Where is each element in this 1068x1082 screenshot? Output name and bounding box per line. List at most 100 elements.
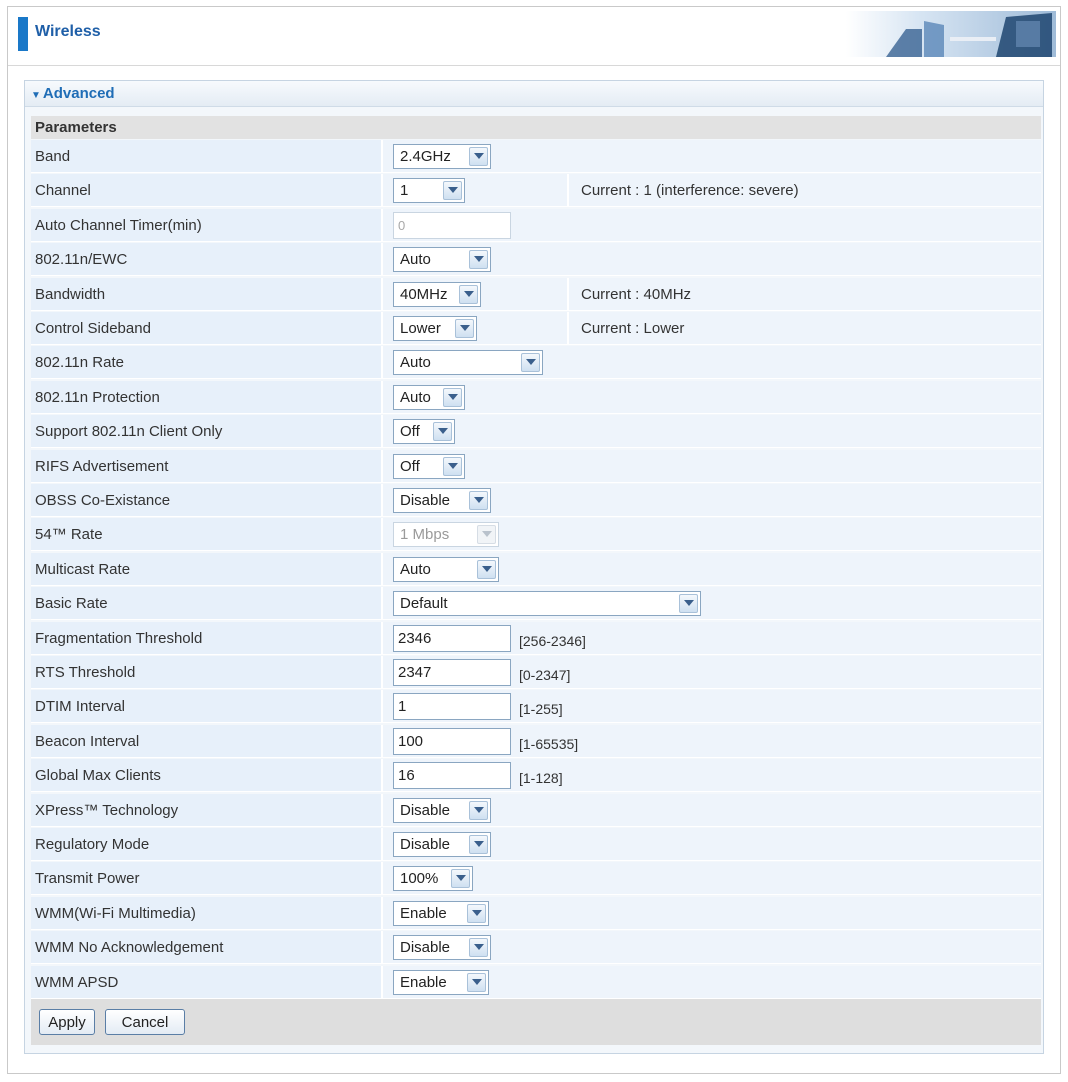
field-label: 802.11n/EWC [31,243,383,276]
field-control-cell: 1 Current : 1 (interference: severe) [383,174,1041,207]
row-transmit-power: Transmit Power 100% [31,862,1041,896]
advanced-section-toggle[interactable]: ▼ Advanced [25,81,1043,107]
cell-divider [567,312,569,344]
row-802-11n-protection: 802.11n Protection Auto [31,380,1041,414]
field-label: WMM APSD [31,965,383,998]
row-xpress-technology: XPress™ Technology Disable [31,793,1041,827]
row-fragmentation-threshold: Fragmentation Threshold 2346 [256-2346] [31,621,1041,655]
select-value: 40MHz [400,285,448,303]
field-control-cell: Default [383,587,1041,620]
header-banner-image [846,11,1056,57]
select-value: Off [400,423,420,441]
field-control-cell: Auto [383,380,1041,413]
current-status: Current : 40MHz [581,285,692,303]
row-54-rate: 54™ Rate 1 Mbps [31,518,1041,552]
802-11n-protection-select[interactable]: Auto [393,384,465,410]
field-label: Auto Channel Timer(min) [31,208,383,241]
chevron-down-icon [443,387,462,407]
valid-range-hint: [256-2346] [519,632,586,649]
row-802-11n-rate: 802.11n Rate Auto [31,346,1041,380]
cancel-button[interactable]: Cancel [105,1009,185,1035]
field-label: WMM(Wi-Fi Multimedia) [31,896,383,929]
row-bandwidth: Bandwidth 40MHz Current : 40MHz [31,277,1041,311]
section-title: Advanced [42,85,115,102]
dtim-interval-input[interactable]: 1 [393,693,511,721]
field-control-cell: Enable [383,896,1041,929]
row-802-11n-ewc: 802.11n/EWC Auto [31,243,1041,277]
field-label: XPress™ Technology [31,793,383,826]
field-control-cell: Off [383,449,1041,482]
fragmentation-threshold-input[interactable]: 2346 [393,624,511,652]
chevron-down-icon [469,491,488,510]
cell-divider [567,174,569,207]
field-label: Fragmentation Threshold [31,621,383,654]
multicast-rate-select[interactable]: Auto [393,556,499,582]
field-label: WMM No Acknowledgement [31,931,383,964]
select-value: 2.4GHz [400,148,451,165]
bandwidth-select[interactable]: 40MHz [393,281,481,307]
control-sideband-select[interactable]: Lower [393,316,477,341]
triangle-down-icon: ▼ [31,90,41,101]
xpress-technology-select[interactable]: Disable [393,797,491,823]
wmm-apsd-select[interactable]: Enable [393,969,489,995]
chevron-down-icon [469,147,488,166]
band-select[interactable]: 2.4GHz [393,144,491,169]
page-frame: Wireless ▼ Advanced Parameters Band 2.4GHz… [7,6,1061,1074]
field-control-cell: Off [383,415,1041,448]
field-control-cell: Disable [383,931,1041,964]
regulatory-mode-select[interactable]: Disable [393,832,491,857]
support-802-11n-client-only-select[interactable]: Off [393,419,455,445]
field-control-cell: 2.4GHz [383,140,1041,172]
parameters-header: Parameters [31,116,1041,139]
row-wmm-wi-fi-multimedia: WMM(Wi-Fi Multimedia) Enable [31,896,1041,930]
chevron-down-icon [467,972,486,992]
row-rifs-advertisement: RIFS Advertisement Off [31,449,1041,483]
field-label: Global Max Clients [31,759,383,792]
field-label: Band [31,140,383,172]
valid-range-hint: [1-255] [519,701,563,718]
field-control-cell: Enable [383,965,1041,998]
apply-button[interactable]: Apply [39,1009,95,1035]
field-label: Channel [31,174,383,207]
field-label: Multicast Rate [31,552,383,585]
row-global-max-clients: Global Max Clients 16 [1-128] [31,759,1041,793]
row-obss-co-existance: OBSS Co-Existance Disable [31,484,1041,517]
obss-co-existance-select[interactable]: Disable [393,488,491,513]
rts-threshold-input[interactable]: 2347 [393,659,511,686]
select-value: Disable [400,801,451,819]
row-basic-rate: Basic Rate Default [31,587,1041,621]
wmm-no-acknowledgement-select[interactable]: Disable [393,935,491,961]
802-11n-ewc-select[interactable]: Auto [393,247,491,273]
auto-channel-timer-min-input: 0 [393,211,511,239]
wmm-wi-fi-multimedia-select[interactable]: Enable [393,900,489,926]
channel-select[interactable]: 1 [393,178,465,204]
rifs-advertisement-select[interactable]: Off [393,453,465,479]
field-control-cell: Disable [383,793,1041,826]
field-control-cell: 1 [1-255] [383,690,1041,723]
field-control-cell: 16 [1-128] [383,759,1041,792]
row-rts-threshold: RTS Threshold 2347 [0-2347] [31,656,1041,689]
row-control-sideband: Control Sideband Lower Current : Lower [31,312,1041,345]
chevron-down-icon [469,250,488,270]
header-accent-bar [18,17,28,51]
802-11n-rate-select[interactable]: Auto [393,350,543,376]
select-value: Auto [400,560,431,578]
field-control-cell: Auto [383,346,1041,379]
current-status: Current : 1 (interference: severe) [581,182,799,200]
current-status: Current : Lower [581,320,685,337]
chevron-down-icon [433,422,452,442]
field-control-cell: Disable [383,484,1041,516]
chevron-down-icon [467,903,486,923]
field-label: DTIM Interval [31,690,383,723]
field-control-cell: Auto [383,552,1041,585]
chevron-down-icon [521,353,540,373]
chevron-down-icon [451,869,470,889]
global-max-clients-input[interactable]: 16 [393,762,511,790]
row-wmm-no-acknowledgement: WMM No Acknowledgement Disable [31,931,1041,965]
row-wmm-apsd: WMM APSD Enable [31,965,1041,999]
transmit-power-select[interactable]: 100% [393,866,473,892]
row-dtim-interval: DTIM Interval 1 [1-255] [31,690,1041,724]
field-label: Basic Rate [31,587,383,620]
basic-rate-select[interactable]: Default [393,591,701,617]
beacon-interval-input[interactable]: 100 [393,727,511,755]
